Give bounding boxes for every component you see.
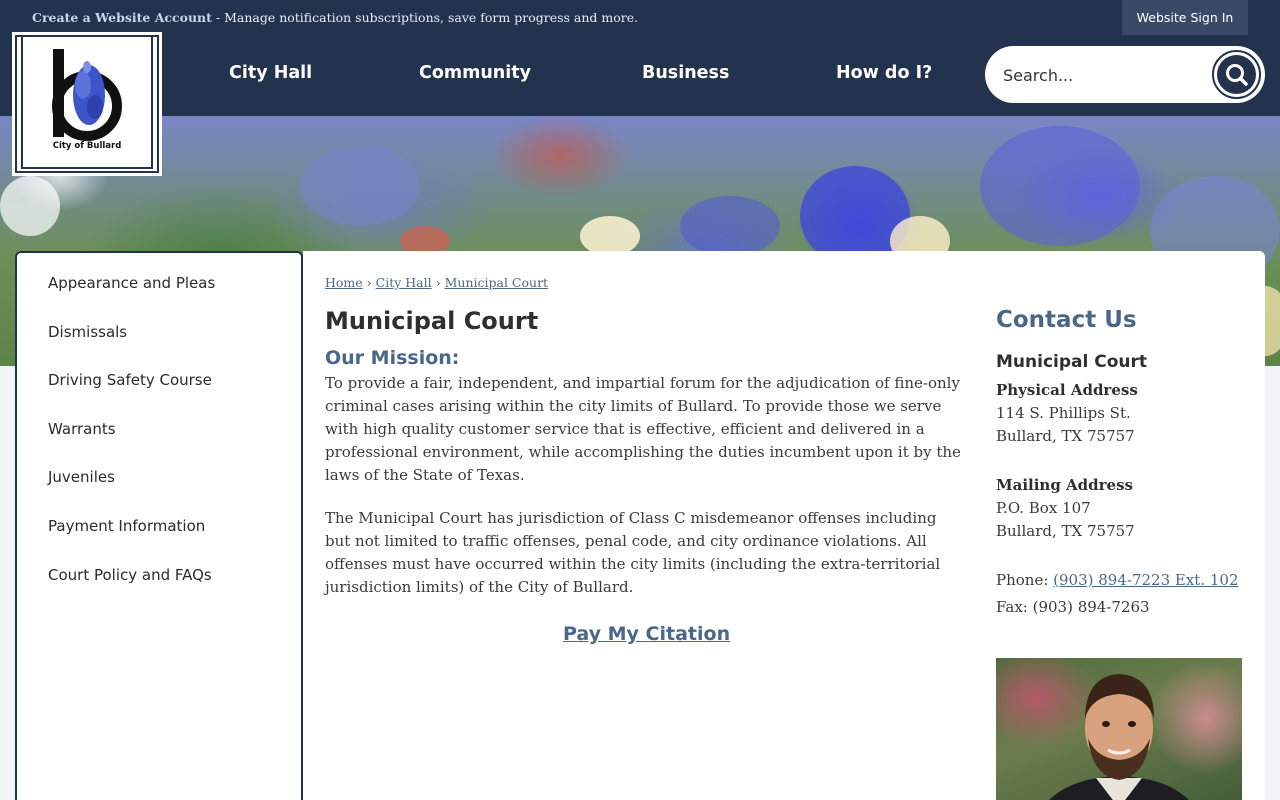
breadcrumb-home[interactable]: Home <box>325 275 363 290</box>
phone-label: Phone: <box>996 571 1054 589</box>
pay-citation-link[interactable]: Pay My Citation <box>563 623 730 645</box>
nav-business[interactable]: Business <box>642 63 729 83</box>
sidebar-item-driving-safety-course[interactable]: Driving Safety Course <box>48 371 212 389</box>
create-account-link[interactable]: Create a Website Account <box>32 10 212 25</box>
contact-fax: Fax: (903) 894-7263 <box>996 598 1150 616</box>
nav-community[interactable]: Community <box>419 63 531 83</box>
sidebar-item-warrants[interactable]: Warrants <box>48 420 116 438</box>
sidebar-item-juveniles[interactable]: Juveniles <box>48 468 115 486</box>
create-account-description: - Manage notification subscriptions, sav… <box>211 10 639 25</box>
mailing-address-heading: Mailing Address <box>996 476 1133 494</box>
sidebar-item-payment-information[interactable]: Payment Information <box>48 517 205 535</box>
physical-address-line1: 114 S. Phillips St. <box>996 404 1131 422</box>
logo-caption: City of Bullard <box>52 141 122 151</box>
breadcrumb-city-hall[interactable]: City Hall <box>376 275 432 290</box>
account-prompt: Create a Website Account - Manage notifi… <box>32 10 638 25</box>
jurisdiction-text: The Municipal Court has jurisdiction of … <box>325 509 941 596</box>
contact-department: Municipal Court <box>996 352 1148 372</box>
section-sidebar: Appearance and Pleas Dismissals Driving … <box>15 251 303 800</box>
mission-heading: Our Mission: <box>325 347 460 369</box>
search-button[interactable] <box>1212 50 1261 99</box>
mission-text: To provide a fair, independent, and impa… <box>325 374 961 484</box>
breadcrumb-current[interactable]: Municipal Court <box>445 275 548 290</box>
nav-city-hall[interactable]: City Hall <box>229 63 312 83</box>
contact-title: Contact Us <box>996 307 1137 333</box>
mailing-address-line1: P.O. Box 107 <box>996 499 1091 517</box>
breadcrumb: Home › City Hall › Municipal Court <box>325 275 548 290</box>
sidebar-item-dismissals[interactable]: Dismissals <box>48 323 127 341</box>
search-input[interactable] <box>1003 60 1193 90</box>
main-content: Home › City Hall › Municipal Court Munic… <box>303 251 1265 800</box>
phone-link[interactable]: (903) 894-7223 Ext. 102 <box>1053 571 1238 589</box>
sidebar-item-appearance-and-pleas[interactable]: Appearance and Pleas <box>48 274 215 292</box>
utility-bar: Create a Website Account - Manage notifi… <box>0 0 1280 35</box>
search-box <box>985 46 1265 103</box>
sign-in-button[interactable]: Website Sign In <box>1122 0 1248 35</box>
bluebonnet-b-icon <box>52 49 122 141</box>
physical-address-line2: Bullard, TX 75757 <box>996 427 1135 445</box>
breadcrumb-separator: › <box>366 275 372 290</box>
judge-photo <box>996 658 1242 800</box>
search-icon <box>1217 55 1256 94</box>
city-logo[interactable]: City of Bullard <box>12 32 162 176</box>
contact-phone: Phone: (903) 894-7223 Ext. 102 <box>996 571 1239 589</box>
sidebar-item-court-policy-faqs[interactable]: Court Policy and FAQs <box>48 566 212 584</box>
main-navigation: City Hall Community Business How do I? <box>0 35 1280 116</box>
breadcrumb-separator: › <box>435 275 441 290</box>
judge-portrait-image <box>1049 674 1189 800</box>
physical-address-heading: Physical Address <box>996 381 1138 399</box>
mailing-address-line2: Bullard, TX 75757 <box>996 522 1135 540</box>
page-title: Municipal Court <box>325 307 539 335</box>
nav-how-do-i[interactable]: How do I? <box>836 63 932 83</box>
